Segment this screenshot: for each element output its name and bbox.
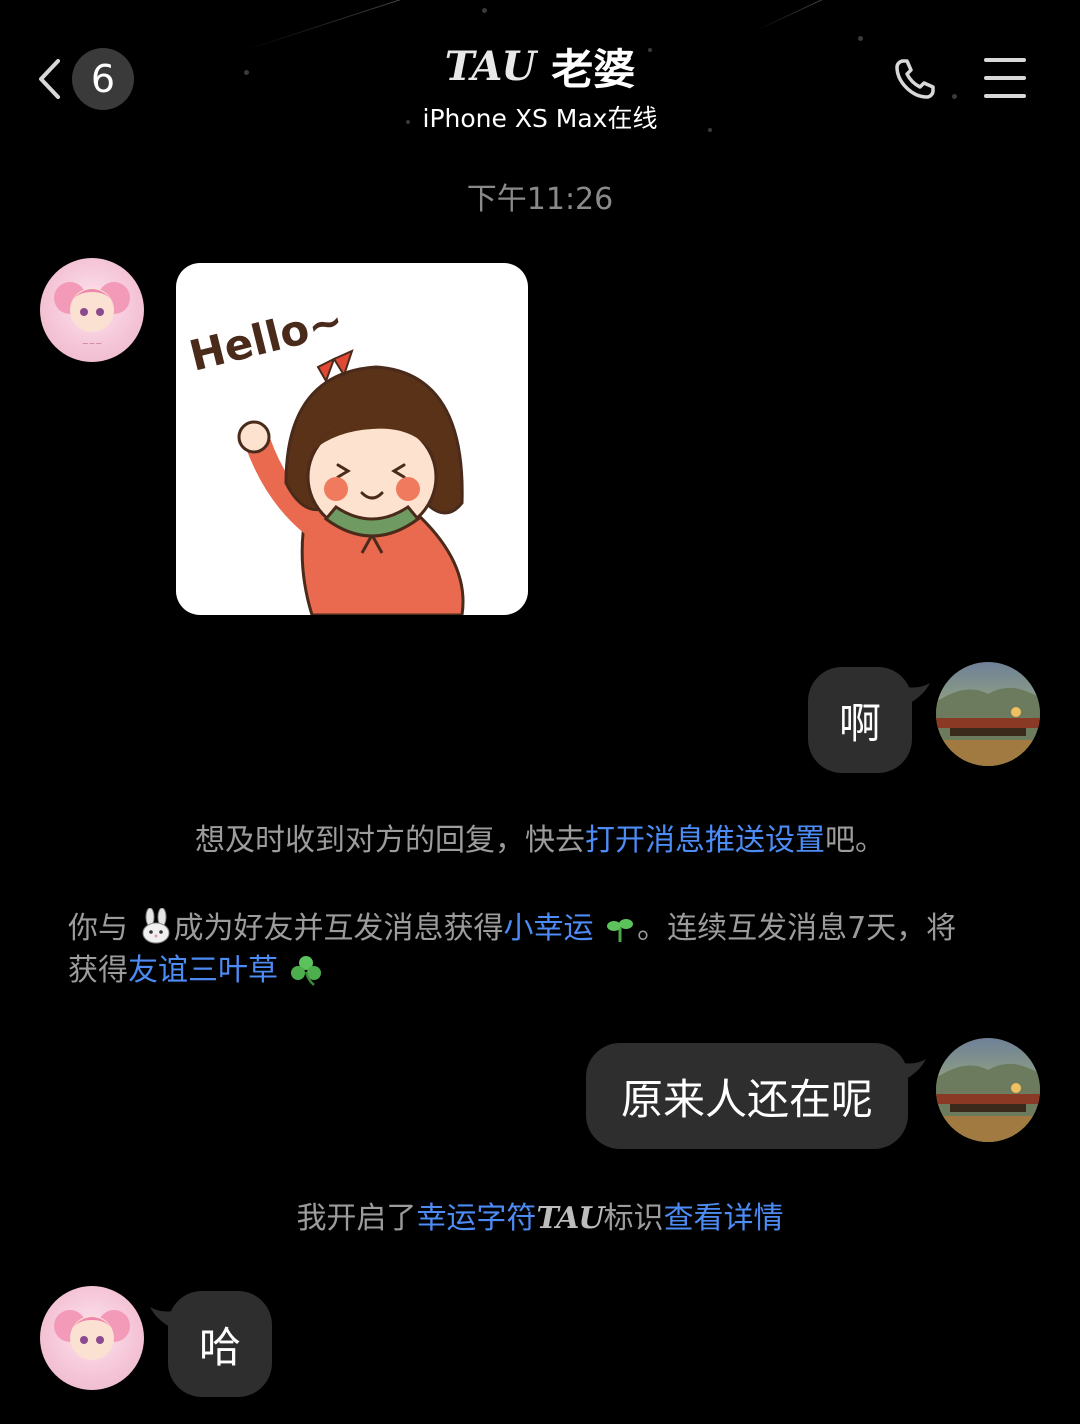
bubble-tail xyxy=(902,1059,926,1079)
waving-girl-sticker-icon: Hello~ xyxy=(185,295,465,615)
bubble-tail xyxy=(906,683,930,703)
menu-button[interactable] xyxy=(984,58,1026,98)
notice-text: 。连续互发消息7天，将 xyxy=(637,911,957,946)
little-luck-link[interactable]: 小幸运 xyxy=(504,911,594,946)
notice-text: 成为好友并互发消息获得 xyxy=(173,911,504,946)
notice-text: 我开启了 xyxy=(296,1201,417,1236)
message-text: 哈 xyxy=(198,1322,241,1372)
my-avatar[interactable] xyxy=(936,662,1040,766)
outgoing-message-bubble[interactable]: 啊 xyxy=(808,667,930,773)
landscape-photo-avatar-icon xyxy=(936,1063,1040,1142)
menu-line xyxy=(984,76,1026,80)
notice-text: 获得 xyxy=(68,953,128,988)
landscape-photo-avatar-icon xyxy=(936,687,1040,766)
message-timestamp: 下午11:26 xyxy=(466,182,614,217)
phone-icon[interactable] xyxy=(894,58,936,100)
my-avatar[interactable] xyxy=(936,1038,1040,1142)
hello-sticker-image[interactable]: Hello~ xyxy=(176,263,528,615)
lucky-character-notice: 我开启了幸运字符TAU标识查看详情 xyxy=(0,1198,1080,1240)
message-text: 啊 xyxy=(838,698,881,748)
incoming-message-bubble[interactable]: 哈 xyxy=(150,1291,272,1397)
notice-text: 标识 xyxy=(603,1201,664,1236)
tau-logo: TAU xyxy=(536,1201,604,1236)
contact-avatar[interactable]: ~~~ xyxy=(40,258,144,362)
star-decoration xyxy=(482,8,487,13)
menu-line xyxy=(984,58,1026,62)
message-text: 原来人还在呢 xyxy=(620,1074,873,1124)
star-streak xyxy=(755,0,829,31)
view-details-link[interactable]: 查看详情 xyxy=(664,1201,784,1236)
anime-girl-avatar-icon xyxy=(54,1310,130,1360)
svg-text:~~~: ~~~ xyxy=(82,339,102,348)
anime-girl-avatar-icon: ~~~ xyxy=(54,282,130,348)
bubble-tail xyxy=(150,1307,174,1327)
sprout-icon xyxy=(607,919,634,942)
online-status: iPhone XS Max在线 xyxy=(422,104,658,133)
contact-avatar[interactable] xyxy=(40,1286,144,1390)
push-settings-link[interactable]: 打开消息推送设置 xyxy=(585,823,825,858)
clover-icon xyxy=(290,956,321,986)
outgoing-message-bubble[interactable]: 原来人还在呢 xyxy=(586,1043,926,1149)
chat-screen: 6 TAU 老婆 iPhone XS Max在线 下午11:26 ~~~ Hel… xyxy=(0,0,1080,1424)
notice-text: 吧。 xyxy=(825,823,885,858)
friendship-clover-link[interactable]: 友谊三叶草 xyxy=(128,953,278,988)
push-settings-notice: 想及时收到对方的回复，快去打开消息推送设置吧。 xyxy=(0,820,1080,862)
contact-name: 老婆 xyxy=(551,45,636,94)
notice-text: 你与 xyxy=(68,911,128,946)
rabbit-icon xyxy=(142,907,170,944)
menu-line xyxy=(984,94,1026,98)
friendship-notice: 你与 成为好友并互发消息获得小幸运 。连续互发消息7天，将获得友谊三叶草 xyxy=(68,907,1028,992)
tau-logo: TAU xyxy=(444,43,536,90)
lucky-character-link[interactable]: 幸运字符 xyxy=(416,1201,536,1236)
notice-text: 想及时收到对方的回复，快去 xyxy=(195,823,585,858)
